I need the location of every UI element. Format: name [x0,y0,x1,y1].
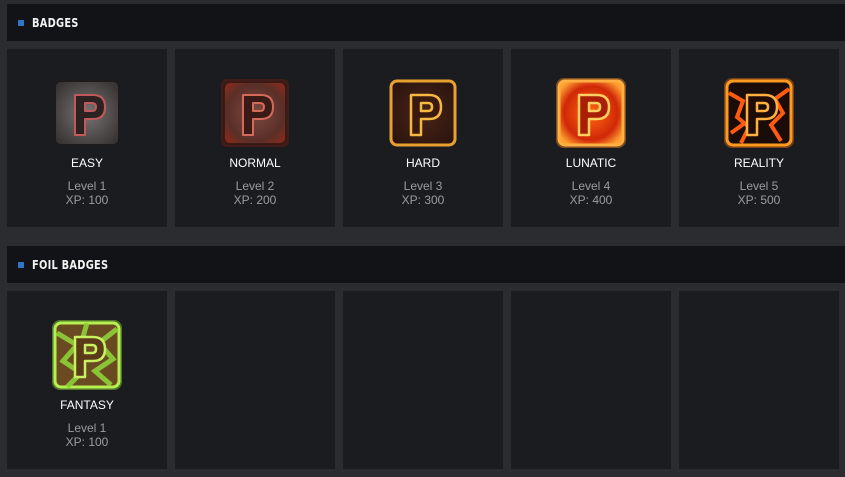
section-title: BADGES [32,15,79,30]
badge-name: EASY [70,156,103,170]
p-badge-ember-icon [215,73,295,153]
p-badge-lava-icon [551,73,631,153]
p-badge-glowing-icon [383,73,463,153]
badge-card[interactable]: EASY Level 1 XP: 100 [7,49,167,227]
badge-level: Level 2 [235,179,275,193]
p-badge-foil-green-icon [47,315,127,395]
badge-name: HARD [405,156,440,170]
empty-badge-slot [343,291,503,469]
p-badge-cracked-lava-icon [719,73,799,153]
badge-card[interactable]: REALITY Level 5 XP: 500 [679,49,839,227]
section-title: FOIL BADGES [32,257,109,272]
badge-xp: XP: 100 [65,193,109,207]
badge-xp: XP: 300 [401,193,445,207]
badge-name: NORMAL [229,156,281,170]
section-marker-icon [18,261,24,268]
badge-level: Level 4 [571,179,611,193]
empty-badge-slot [511,291,671,469]
badge-xp: XP: 100 [65,435,109,449]
badge-card[interactable]: HARD Level 3 XP: 300 [343,49,503,227]
badge-xp: XP: 200 [233,193,277,207]
badge-name: FANTASY [60,398,114,412]
badge-xp: XP: 500 [737,193,781,207]
badge-level: Level 1 [67,179,107,193]
badge-xp: XP: 400 [569,193,613,207]
section-header: FOIL BADGES [7,246,845,283]
empty-badge-slot [175,291,335,469]
badge-grid: FANTASY Level 1 XP: 100 [7,291,845,469]
badge-card[interactable]: FANTASY Level 1 XP: 100 [7,291,167,469]
badge-card[interactable]: LUNATIC Level 4 XP: 400 [511,49,671,227]
badge-level: Level 3 [403,179,443,193]
badge-name: REALITY [733,156,784,170]
badge-name: LUNATIC [565,156,617,170]
section-marker-icon [18,19,24,26]
badge-level: Level 5 [739,179,779,193]
badge-card[interactable]: NORMAL Level 2 XP: 200 [175,49,335,227]
section-header: BADGES [7,4,845,41]
badge-level: Level 1 [67,421,107,435]
p-badge-stone-icon [47,73,127,153]
badge-grid: EASY Level 1 XP: 100 NORMAL Level 2 XP: … [7,49,845,227]
empty-badge-slot [679,291,839,469]
